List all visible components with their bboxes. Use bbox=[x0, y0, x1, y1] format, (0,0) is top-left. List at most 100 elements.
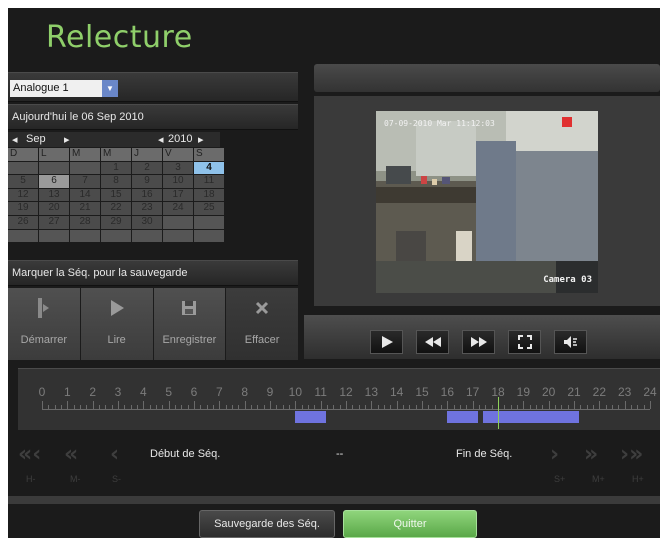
volume-icon bbox=[563, 336, 577, 348]
timeline-tick bbox=[396, 401, 398, 409]
sequence-end-label: Fin de Séq. bbox=[456, 448, 513, 460]
fullscreen-button[interactable] bbox=[508, 330, 541, 354]
forward-hour-icon[interactable]: ›» bbox=[620, 442, 643, 467]
calendar-day[interactable]: 22 bbox=[101, 202, 131, 215]
save-mark-button[interactable]: Enregistrer bbox=[153, 288, 226, 360]
back-hour-label: H- bbox=[26, 474, 36, 484]
calendar-header: ◂ Sep ▸ ◂ 2010 ▸ bbox=[8, 132, 220, 147]
calendar-day[interactable]: 18 bbox=[194, 188, 224, 202]
timeline-hour-label: 8 bbox=[241, 385, 248, 399]
mark-section-label: Marquer la Séq. pour la sauvegarde bbox=[12, 267, 188, 279]
timeline-tick bbox=[624, 401, 626, 409]
save-sequences-button[interactable]: Sauvegarde des Séq. bbox=[199, 510, 335, 538]
current-date-label: Aujourd'hui le 06 Sep 2010 bbox=[12, 111, 144, 123]
recording-segment[interactable] bbox=[295, 411, 326, 423]
calendar-day[interactable]: 21 bbox=[70, 202, 100, 215]
calendar-day[interactable]: 2 bbox=[132, 161, 162, 175]
mark-actions: Démarrer Lire Enregistrer Effacer bbox=[8, 288, 298, 360]
calendar-day[interactable]: 1 bbox=[101, 161, 131, 175]
rewind-button[interactable] bbox=[416, 330, 449, 354]
play-mark-button[interactable]: Lire bbox=[80, 288, 153, 360]
calendar-day[interactable]: 20 bbox=[39, 202, 69, 215]
calendar-day[interactable]: 15 bbox=[101, 188, 131, 202]
calendar-empty-cell bbox=[101, 229, 131, 243]
calendar-day[interactable]: 8 bbox=[101, 175, 131, 188]
calendar-empty-cell bbox=[194, 215, 224, 229]
calendar-day[interactable]: 23 bbox=[132, 202, 162, 215]
calendar-day[interactable]: 25 bbox=[194, 202, 224, 215]
calendar-day[interactable]: 29 bbox=[101, 215, 131, 229]
calendar-weekday: D bbox=[8, 148, 38, 161]
fullscreen-icon bbox=[517, 335, 532, 349]
rewind-icon bbox=[424, 337, 441, 347]
calendar-weekday: M bbox=[70, 148, 100, 161]
prev-month-icon[interactable]: ◂ bbox=[12, 133, 18, 146]
timeline-hour-label: 2 bbox=[89, 385, 96, 399]
play-button[interactable] bbox=[370, 330, 403, 354]
back-hour-icon[interactable]: «‹ bbox=[18, 442, 41, 467]
recording-segment[interactable] bbox=[447, 411, 478, 423]
next-year-icon[interactable]: ▸ bbox=[198, 133, 204, 146]
sequence-navigation: «‹ H- « M- ‹ S- Début de Séq. -- Fin de … bbox=[8, 436, 660, 496]
calendar-day[interactable]: 24 bbox=[163, 202, 193, 215]
timeline-tick bbox=[168, 401, 170, 409]
calendar-empty-cell bbox=[39, 161, 69, 175]
timeline-hour-label: 3 bbox=[114, 385, 122, 399]
prev-year-icon[interactable]: ◂ bbox=[158, 133, 164, 146]
forward-second-icon[interactable]: › bbox=[550, 442, 559, 467]
save-icon bbox=[154, 296, 226, 320]
calendar-day[interactable]: 19 bbox=[8, 202, 38, 215]
play-icon bbox=[81, 296, 153, 320]
delete-mark-button[interactable]: Effacer bbox=[226, 288, 298, 360]
next-month-icon[interactable]: ▸ bbox=[64, 133, 70, 146]
timeline-hour-label: 11 bbox=[314, 385, 327, 399]
calendar-day[interactable]: 10 bbox=[163, 175, 193, 188]
start-mark-button[interactable]: Démarrer bbox=[8, 288, 80, 360]
calendar-day[interactable]: 17 bbox=[163, 188, 193, 202]
calendar-day[interactable]: 7 bbox=[70, 175, 100, 188]
calendar-day[interactable]: 6 bbox=[39, 175, 69, 188]
back-minute-icon[interactable]: « bbox=[64, 442, 78, 467]
calendar-day[interactable]: 9 bbox=[132, 175, 162, 188]
timeline-tick bbox=[92, 401, 94, 409]
timeline-tick bbox=[219, 401, 221, 409]
calendar: ◂ Sep ▸ ◂ 2010 ▸ D L M M J V S 1 2 3 4 5 6 7 8 9 10 11 12 1… bbox=[8, 132, 224, 243]
calendar-month: Sep bbox=[26, 133, 46, 145]
timeline-cursor[interactable] bbox=[498, 397, 499, 429]
calendar-day[interactable]: 11 bbox=[194, 175, 224, 188]
calendar-day[interactable]: 3 bbox=[163, 161, 193, 175]
calendar-day[interactable]: 28 bbox=[70, 215, 100, 229]
volume-button[interactable] bbox=[554, 330, 587, 354]
back-second-icon[interactable]: ‹ bbox=[110, 442, 119, 467]
mark-start-icon bbox=[8, 296, 80, 320]
camera-label: Camera 03 bbox=[543, 275, 592, 285]
sequence-start-label: Début de Séq. bbox=[150, 448, 221, 460]
timeline-hour-label: 4 bbox=[139, 385, 147, 399]
calendar-day[interactable]: 12 bbox=[8, 188, 38, 202]
channel-select[interactable]: Analogue 1 ▼ bbox=[10, 80, 118, 97]
forward-minute-icon[interactable]: » bbox=[584, 442, 598, 467]
timeline-tick bbox=[650, 401, 651, 409]
timeline[interactable]: 0 1 2 3 4 5 6 7 8 9 10 11 12 13 14 15 16 17 18 19 20 21 22 23 24 bbox=[18, 368, 660, 430]
calendar-day[interactable]: 14 bbox=[70, 188, 100, 202]
quit-button[interactable]: Quitter bbox=[343, 510, 477, 538]
timeline-tick bbox=[194, 401, 195, 409]
delete-mark-label: Effacer bbox=[244, 334, 280, 346]
timeline-tick bbox=[447, 401, 449, 409]
calendar-day[interactable]: 26 bbox=[8, 215, 38, 229]
calendar-empty-cell bbox=[70, 161, 100, 175]
timeline-tick bbox=[523, 401, 525, 409]
calendar-day[interactable]: 4 bbox=[194, 161, 224, 175]
calendar-day[interactable]: 5 bbox=[8, 175, 38, 188]
fast-forward-button[interactable] bbox=[462, 330, 495, 354]
save-mark-label: Enregistrer bbox=[162, 334, 217, 346]
calendar-day[interactable]: 30 bbox=[132, 215, 162, 229]
play-mark-label: Lire bbox=[107, 334, 126, 346]
chevron-down-icon[interactable]: ▼ bbox=[102, 80, 118, 97]
calendar-day[interactable]: 27 bbox=[39, 215, 69, 229]
timeline-hour-label: 12 bbox=[339, 385, 353, 399]
bottom-divider bbox=[8, 496, 660, 504]
calendar-day[interactable]: 16 bbox=[132, 188, 162, 202]
playback-window: Relecture Analogue 1 ▼ Aujourd'hui le 06… bbox=[8, 8, 660, 538]
calendar-day[interactable]: 13 bbox=[39, 188, 69, 202]
